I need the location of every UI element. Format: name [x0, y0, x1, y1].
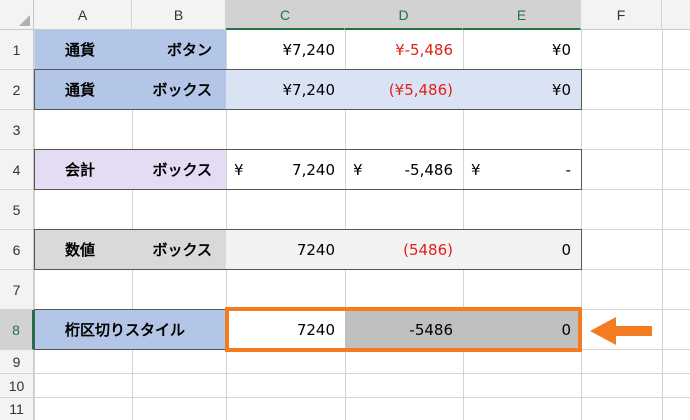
cell-a1[interactable]: 通貨	[35, 30, 132, 69]
cell-c1[interactable]: ¥7,240	[227, 30, 345, 69]
gridline	[0, 189, 690, 190]
cell-c4[interactable]: ¥ 7,240	[226, 150, 345, 189]
gridline	[662, 0, 663, 420]
cell-d2[interactable]: (¥5,486)	[345, 70, 463, 109]
select-all-button[interactable]	[0, 0, 34, 30]
cell-d4[interactable]: ¥ -5,486	[345, 150, 463, 189]
gridline	[0, 397, 690, 398]
cell-a6[interactable]: 数値	[35, 230, 132, 269]
cell-value: 7,240	[292, 160, 335, 179]
cell-a2[interactable]: 通貨	[35, 70, 132, 109]
spreadsheet-grid: A B C D E F 1 2 3 4 5 6 7 8 9 10 11 通貨 ボ…	[0, 0, 690, 420]
cell-c6[interactable]: 7240	[226, 230, 345, 269]
row-header-6[interactable]: 6	[0, 230, 34, 270]
row-header-1[interactable]: 1	[0, 30, 34, 70]
arrow-left-icon	[590, 317, 652, 345]
column-header-d[interactable]: D	[345, 0, 463, 30]
cell-value: -	[565, 160, 571, 179]
cell-e6[interactable]: 0	[463, 230, 581, 269]
currency-symbol: ¥	[471, 160, 481, 179]
row-header-7[interactable]: 7	[0, 270, 34, 310]
cell-a4[interactable]: 会計	[35, 150, 132, 189]
cell-d8[interactable]: -5486	[345, 310, 463, 349]
select-all-triangle-icon	[19, 15, 30, 26]
row-header-8[interactable]: 8	[0, 310, 34, 350]
column-header-b[interactable]: B	[132, 0, 226, 30]
cell-b4[interactable]: ボックス	[132, 150, 226, 189]
row-header-10[interactable]: 10	[0, 374, 34, 398]
cell-c8[interactable]: 7240	[226, 310, 345, 349]
column-header-g[interactable]	[662, 0, 690, 30]
cell-b2[interactable]: ボックス	[132, 70, 226, 109]
gridline	[581, 0, 582, 420]
cell-d6[interactable]: (5486)	[345, 230, 463, 269]
column-header-c[interactable]: C	[226, 0, 345, 30]
cell-e2[interactable]: ¥0	[463, 70, 581, 109]
cell-a8[interactable]: 桁区切りスタイル	[35, 310, 226, 349]
gridline	[0, 349, 690, 350]
cell-b1[interactable]: ボタン	[132, 30, 226, 69]
row-header-5[interactable]: 5	[0, 190, 34, 230]
cell-b6[interactable]: ボックス	[132, 230, 226, 269]
column-header-f[interactable]: F	[581, 0, 662, 30]
gridline	[0, 109, 690, 110]
row-header-4[interactable]: 4	[0, 150, 34, 190]
column-header-e[interactable]: E	[463, 0, 581, 30]
cell-e8[interactable]: 0	[463, 310, 581, 349]
row-header-11[interactable]: 11	[0, 398, 34, 420]
cell-e4[interactable]: ¥ -	[463, 150, 581, 189]
currency-symbol: ¥	[353, 160, 363, 179]
row-header-3[interactable]: 3	[0, 110, 34, 150]
gridline	[0, 269, 690, 270]
row-header-2[interactable]: 2	[0, 70, 34, 110]
gridline	[0, 373, 690, 374]
currency-symbol: ¥	[234, 160, 244, 179]
cell-value: -5,486	[404, 160, 453, 179]
column-header-a[interactable]: A	[34, 0, 132, 30]
cell-c2[interactable]: ¥7,240	[226, 70, 345, 109]
row-header-9[interactable]: 9	[0, 350, 34, 374]
cell-d1[interactable]: ¥-5,486	[346, 30, 463, 69]
cell-e1[interactable]: ¥0	[464, 30, 581, 69]
